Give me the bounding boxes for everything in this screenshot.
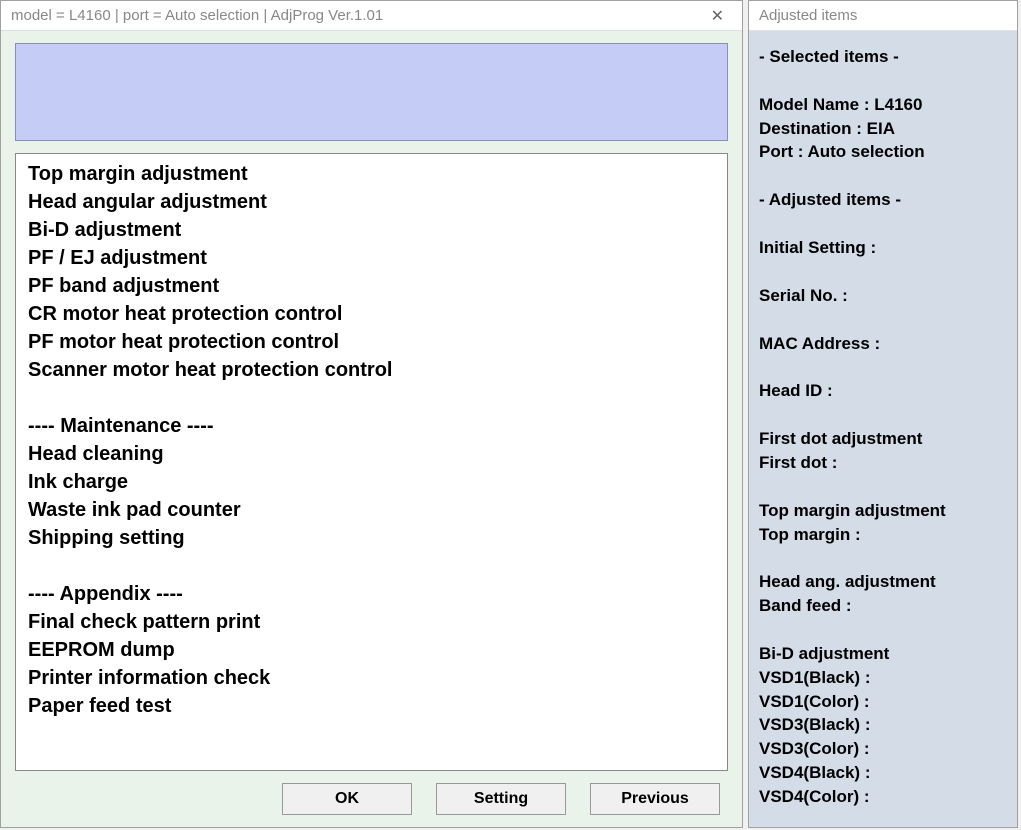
- side-titlebar: Adjusted items: [749, 1, 1017, 31]
- side-line: MAC Address :: [759, 332, 1007, 356]
- side-line: VSD4(Color) :: [759, 785, 1007, 809]
- list-item[interactable]: Ink charge: [28, 468, 715, 496]
- side-line: Head ang. adjustment: [759, 570, 1007, 594]
- close-icon[interactable]: ✕: [703, 6, 732, 26]
- side-line: VSD4(Black) :: [759, 761, 1007, 785]
- side-line: [759, 164, 1007, 188]
- list-item[interactable]: Waste ink pad counter: [28, 496, 715, 524]
- main-window: model = L4160 | port = Auto selection | …: [0, 0, 743, 828]
- list-item[interactable]: Printer information check: [28, 664, 715, 692]
- previous-button[interactable]: Previous: [590, 783, 720, 815]
- side-line: First dot adjustment: [759, 427, 1007, 451]
- side-line: VSD3(Color) :: [759, 737, 1007, 761]
- setting-button[interactable]: Setting: [436, 783, 566, 815]
- list-item[interactable]: ---- Appendix ----: [28, 580, 715, 608]
- side-line: [759, 618, 1007, 642]
- list-item[interactable]: Final check pattern print: [28, 608, 715, 636]
- side-line: - Selected items -: [759, 45, 1007, 69]
- side-line: Port : Auto selection: [759, 140, 1007, 164]
- list-item[interactable]: EEPROM dump: [28, 636, 715, 664]
- list-item[interactable]: Scanner motor heat protection control: [28, 356, 715, 384]
- header-panel: [15, 43, 728, 141]
- side-line: Top margin :: [759, 523, 1007, 547]
- list-item[interactable]: Head cleaning: [28, 440, 715, 468]
- list-item[interactable]: Shipping setting: [28, 524, 715, 552]
- side-line: Initial Setting :: [759, 236, 1007, 260]
- side-line: VSD1(Black) :: [759, 666, 1007, 690]
- list-item: [28, 552, 715, 580]
- button-row: OK Setting Previous: [13, 771, 730, 815]
- side-line: [759, 546, 1007, 570]
- list-item[interactable]: Top margin adjustment: [28, 160, 715, 188]
- side-title: Adjusted items: [759, 7, 857, 24]
- list-item[interactable]: PF band adjustment: [28, 272, 715, 300]
- side-line: [759, 308, 1007, 332]
- side-line: [759, 403, 1007, 427]
- side-window: Adjusted items - Selected items - Model N…: [748, 0, 1018, 828]
- side-line: VSD1(Color) :: [759, 690, 1007, 714]
- window-title: model = L4160 | port = Auto selection | …: [11, 7, 383, 24]
- side-line: Model Name : L4160: [759, 93, 1007, 117]
- ok-button[interactable]: OK: [282, 783, 412, 815]
- list-item[interactable]: PF motor heat protection control: [28, 328, 715, 356]
- side-line: [759, 212, 1007, 236]
- side-line: [759, 69, 1007, 93]
- side-line: - Adjusted items -: [759, 188, 1007, 212]
- side-line: VSD3(Black) :: [759, 713, 1007, 737]
- side-line: Band feed :: [759, 594, 1007, 618]
- side-line: First dot :: [759, 451, 1007, 475]
- list-item[interactable]: PF / EJ adjustment: [28, 244, 715, 272]
- side-line: Serial No. :: [759, 284, 1007, 308]
- side-line: Top margin adjustment: [759, 499, 1007, 523]
- list-item: [28, 384, 715, 412]
- side-line: [759, 475, 1007, 499]
- main-content: Top margin adjustmentHead angular adjust…: [1, 31, 742, 827]
- list-item[interactable]: ---- Maintenance ----: [28, 412, 715, 440]
- titlebar: model = L4160 | port = Auto selection | …: [1, 1, 742, 31]
- adjusted-items-panel[interactable]: - Selected items - Model Name : L4160Dest…: [749, 31, 1017, 827]
- adjustment-listbox[interactable]: Top margin adjustmentHead angular adjust…: [15, 153, 728, 771]
- list-item[interactable]: CR motor heat protection control: [28, 300, 715, 328]
- list-item[interactable]: Paper feed test: [28, 692, 715, 720]
- side-line: Head ID :: [759, 379, 1007, 403]
- side-line: Bi-D adjustment: [759, 642, 1007, 666]
- side-line: Destination : EIA: [759, 117, 1007, 141]
- list-item[interactable]: Head angular adjustment: [28, 188, 715, 216]
- list-item[interactable]: Bi-D adjustment: [28, 216, 715, 244]
- side-line: [759, 260, 1007, 284]
- side-line: [759, 355, 1007, 379]
